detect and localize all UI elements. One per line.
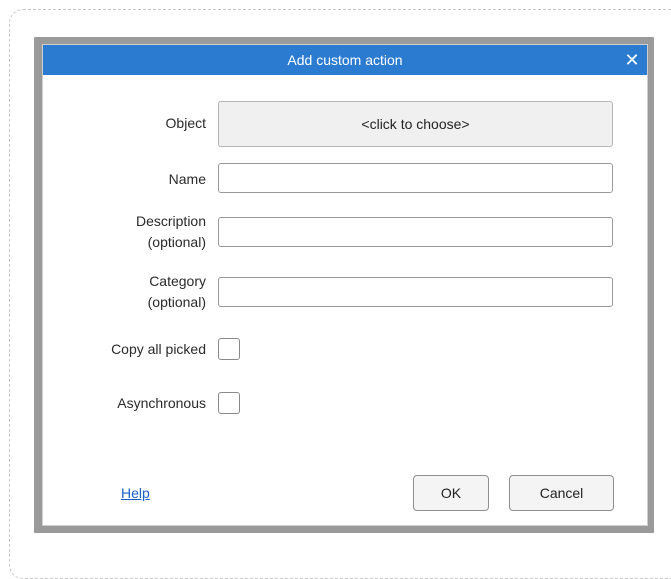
copy-all-picked-checkbox[interactable] <box>218 338 240 360</box>
add-custom-action-dialog: Add custom action ✕ Object <click to cho… <box>42 44 648 526</box>
title-bar[interactable]: Add custom action ✕ <box>43 45 647 75</box>
category-label-line2: (optional) <box>147 294 206 310</box>
name-field[interactable] <box>218 163 613 193</box>
category-field[interactable] <box>218 277 613 307</box>
ok-button[interactable]: OK <box>413 475 489 511</box>
asynchronous-label: Asynchronous <box>117 395 206 411</box>
object-chooser-button[interactable]: <click to choose> <box>218 101 613 147</box>
description-label: Description (optional) <box>136 211 206 253</box>
close-icon[interactable]: ✕ <box>617 45 647 75</box>
asynchronous-checkbox[interactable] <box>218 392 240 414</box>
description-label-line2: (optional) <box>147 234 206 250</box>
category-label-line1: Category <box>149 273 206 289</box>
copy-all-picked-label: Copy all picked <box>111 341 206 357</box>
description-field[interactable] <box>218 217 613 247</box>
description-label-line1: Description <box>135 213 206 229</box>
dialog-title: Add custom action <box>287 52 403 68</box>
name-label: Name <box>168 171 206 187</box>
category-label: Category (optional) <box>148 271 206 313</box>
help-link[interactable]: Help <box>121 485 150 501</box>
object-label: Object <box>165 115 206 131</box>
cancel-button[interactable]: Cancel <box>509 475 614 511</box>
